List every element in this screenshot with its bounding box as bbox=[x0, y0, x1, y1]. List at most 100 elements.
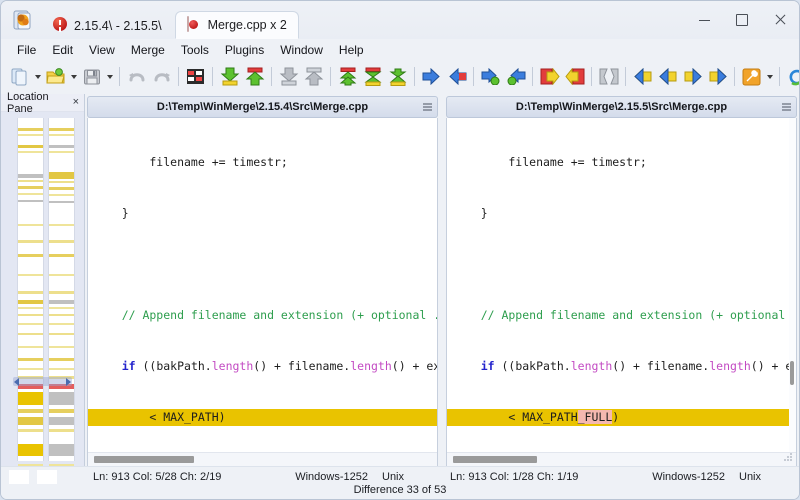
toggle-split-icon[interactable] bbox=[596, 64, 621, 89]
location-mark bbox=[18, 180, 43, 182]
code-line: filename += timestr; bbox=[447, 154, 796, 171]
resize-grip[interactable] bbox=[783, 453, 793, 463]
location-pane-cursor[interactable] bbox=[13, 377, 72, 386]
winmerge-logo-icon bbox=[10, 7, 36, 33]
winmerge-window: 2.15.4\ - 2.15.5\ Merge.cpp x 2 File Edi… bbox=[0, 0, 800, 500]
refresh-icon[interactable] bbox=[784, 64, 800, 89]
previous-conflict-icon[interactable] bbox=[301, 64, 326, 89]
select-line-diff-right-icon[interactable] bbox=[680, 64, 705, 89]
right-eol[interactable]: Unix bbox=[725, 471, 799, 483]
location-mark bbox=[18, 240, 43, 243]
location-mark bbox=[18, 368, 43, 370]
location-pane-title: Location Pane bbox=[7, 91, 73, 115]
select-line-diff-left-icon[interactable] bbox=[630, 64, 655, 89]
select-line-diff-right2-icon[interactable] bbox=[705, 64, 730, 89]
right-editor[interactable]: filename += timestr; } // Append filenam… bbox=[446, 118, 797, 467]
left-hscroll-thumb[interactable] bbox=[94, 456, 194, 463]
menu-tools[interactable]: Tools bbox=[173, 41, 217, 59]
left-editor[interactable]: filename += timestr; } // Append filenam… bbox=[87, 118, 438, 467]
previous-difference-icon[interactable] bbox=[242, 64, 267, 89]
menu-window[interactable]: Window bbox=[272, 41, 331, 59]
diff-context-icon[interactable] bbox=[183, 64, 208, 89]
close-button[interactable] bbox=[761, 1, 799, 39]
location-mark bbox=[18, 224, 43, 226]
save-icon[interactable] bbox=[79, 64, 104, 89]
code-line: // Append filename and extension (+ opti… bbox=[88, 307, 437, 324]
tab-version-compare[interactable]: 2.15.4\ - 2.15.5\ bbox=[42, 12, 173, 39]
copy-left-and-advance-icon[interactable] bbox=[503, 64, 528, 89]
menu-file[interactable]: File bbox=[9, 41, 44, 59]
copy-right-icon[interactable] bbox=[419, 64, 444, 89]
select-line-diff-left2-icon[interactable] bbox=[655, 64, 680, 89]
location-mark bbox=[18, 200, 43, 202]
right-horizontal-scrollbar[interactable] bbox=[447, 452, 796, 466]
location-mark bbox=[49, 240, 74, 243]
code-line bbox=[88, 256, 437, 273]
location-bar-right[interactable] bbox=[48, 118, 75, 461]
right-hscroll-thumb[interactable] bbox=[453, 456, 537, 463]
right-pane-header[interactable]: D:\Temp\WinMerge\2.15.5\Src\Merge.cpp bbox=[446, 96, 797, 118]
maximize-button[interactable] bbox=[723, 1, 761, 39]
right-encoding[interactable]: Windows-1252 bbox=[652, 471, 725, 483]
code-line: if ((bakPath.length() + filename.length(… bbox=[88, 358, 437, 375]
next-conflict-icon[interactable] bbox=[276, 64, 301, 89]
copy-all-left-icon[interactable] bbox=[562, 64, 587, 89]
status-indicator-1 bbox=[9, 470, 29, 484]
redo-icon[interactable] bbox=[149, 64, 174, 89]
location-mark bbox=[18, 358, 43, 361]
location-mark bbox=[18, 346, 43, 348]
left-encoding[interactable]: Windows-1252 bbox=[295, 471, 368, 483]
left-horizontal-scrollbar[interactable] bbox=[88, 452, 437, 466]
code-line: // Append filename and extension (+ opti… bbox=[447, 307, 796, 324]
right-vertical-scrollbar[interactable] bbox=[789, 118, 796, 452]
open-folder-icon[interactable] bbox=[43, 64, 68, 89]
code-line: filename += timestr; bbox=[88, 154, 437, 171]
copy-left-icon[interactable] bbox=[444, 64, 469, 89]
menu-merge[interactable]: Merge bbox=[123, 41, 173, 59]
location-mark bbox=[18, 392, 43, 405]
toolbar-separator-10 bbox=[625, 67, 626, 86]
location-pane-close-icon[interactable]: × bbox=[73, 97, 79, 108]
tab-merge-cpp[interactable]: Merge.cpp x 2 bbox=[175, 11, 299, 39]
location-mark bbox=[18, 193, 43, 195]
toolbar-separator-6 bbox=[414, 67, 415, 86]
first-difference-icon[interactable] bbox=[335, 64, 360, 89]
new-compare-icon[interactable] bbox=[7, 64, 32, 89]
minimize-button[interactable] bbox=[685, 1, 723, 39]
code-line bbox=[447, 256, 796, 273]
right-pane-menu-icon[interactable] bbox=[782, 104, 791, 111]
new-dropdown-icon[interactable] bbox=[32, 64, 43, 89]
location-pane-header: Location Pane × bbox=[1, 94, 84, 112]
copy-all-right-icon[interactable] bbox=[537, 64, 562, 89]
right-vscroll-thumb[interactable] bbox=[790, 361, 794, 385]
last-difference-icon[interactable] bbox=[385, 64, 410, 89]
left-pane-header[interactable]: D:\Temp\WinMerge\2.15.4\Src\Merge.cpp bbox=[87, 96, 438, 118]
right-code-area[interactable]: filename += timestr; } // Append filenam… bbox=[447, 118, 796, 452]
toolbar-separator-12 bbox=[779, 67, 780, 86]
location-pane-bars[interactable] bbox=[1, 112, 84, 467]
location-bar-left[interactable] bbox=[17, 118, 44, 461]
menu-plugins[interactable]: Plugins bbox=[217, 41, 272, 59]
left-code-area[interactable]: filename += timestr; } // Append filenam… bbox=[88, 118, 437, 452]
location-mark bbox=[49, 307, 74, 309]
menu-edit[interactable]: Edit bbox=[44, 41, 81, 59]
location-mark bbox=[49, 274, 74, 276]
location-mark bbox=[18, 254, 43, 257]
left-eol[interactable]: Unix bbox=[368, 471, 442, 483]
save-dropdown-icon[interactable] bbox=[104, 64, 115, 89]
location-mark bbox=[18, 307, 43, 309]
open-dropdown-icon[interactable] bbox=[68, 64, 79, 89]
toolbar-separator-8 bbox=[532, 67, 533, 86]
options-dropdown-icon[interactable] bbox=[764, 64, 775, 89]
location-mark bbox=[18, 174, 43, 178]
left-pane-menu-icon[interactable] bbox=[423, 104, 432, 111]
current-difference-icon[interactable] bbox=[360, 64, 385, 89]
undo-icon[interactable] bbox=[124, 64, 149, 89]
location-mark bbox=[49, 291, 74, 294]
menu-view[interactable]: View bbox=[81, 41, 123, 59]
next-difference-icon[interactable] bbox=[217, 64, 242, 89]
status-right-pane: Ln: 913 Col: 1/28 Ch: 1/19 Windows-1252 … bbox=[442, 467, 799, 485]
options-icon[interactable] bbox=[739, 64, 764, 89]
copy-right-and-advance-icon[interactable] bbox=[478, 64, 503, 89]
menu-help[interactable]: Help bbox=[331, 41, 372, 59]
